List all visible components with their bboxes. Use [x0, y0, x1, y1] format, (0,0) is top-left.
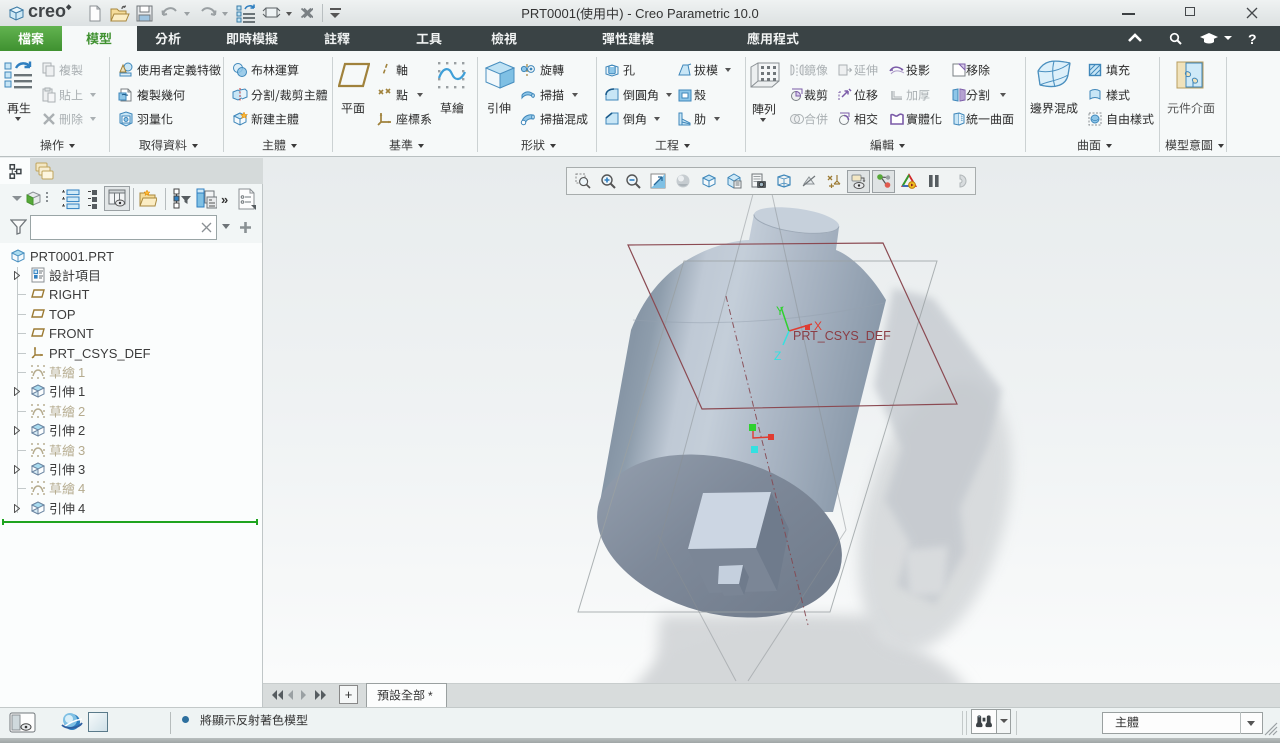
svg-text:Y: Y [776, 304, 784, 318]
svg-text:PRT_CSYS_DEF: PRT_CSYS_DEF [793, 329, 891, 343]
svg-text:Z: Z [774, 349, 781, 363]
